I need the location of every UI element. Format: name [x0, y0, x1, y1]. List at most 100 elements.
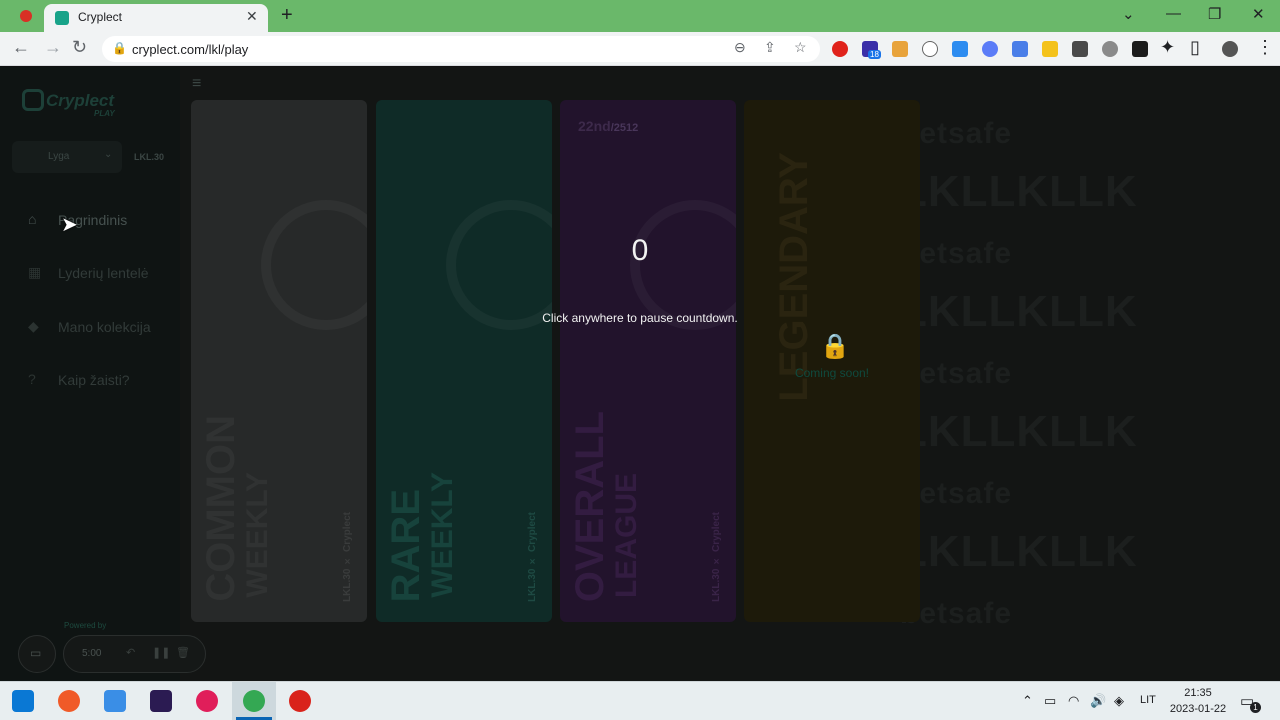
reload-button[interactable]: ↻	[72, 37, 87, 58]
camera-icon: ▭	[30, 646, 42, 660]
bookmark-star-icon[interactable]: ☆	[794, 39, 807, 56]
hamburger-menu-icon[interactable]: ≡	[192, 75, 201, 93]
card-brand: LKL.30 × Cryplect	[527, 512, 538, 602]
sidebar-item-leaderboard[interactable]: ▦ Lyderių lentelė	[28, 262, 178, 286]
extension-icon-8[interactable]	[1102, 41, 1118, 57]
logo-sub: PLAY	[94, 109, 115, 118]
card-brand: LKL.30 × Cryplect	[342, 512, 353, 602]
recorder-controls: 5:00 ↶ ❚❚ 🗑	[63, 635, 206, 673]
new-tab-button[interactable]: +	[281, 4, 293, 27]
language-indicator[interactable]: LIT	[1140, 694, 1156, 706]
clock-date[interactable]: 2023-01-22	[1166, 703, 1230, 715]
address-bar[interactable]: 🔒 cryplect.com/lkl/play ⊖ ⇪ ☆	[102, 36, 820, 62]
side-panel-icon[interactable]: ▯	[1190, 37, 1200, 58]
countdown-value[interactable]: 0	[540, 234, 740, 268]
sidebar-item-collection[interactable]: ◆ Mano kolekcija	[28, 316, 178, 340]
profile-avatar[interactable]	[1222, 41, 1238, 57]
browser-tab[interactable]: Cryplect ✕	[44, 4, 268, 32]
taskbar-app-1-icon[interactable]	[58, 690, 80, 712]
extension-icon-4[interactable]	[952, 41, 968, 57]
card-rare-weekly[interactable]: RARE WEEKLY LKL.30 × Cryplect	[376, 100, 552, 622]
league-tag: LKL.30	[134, 152, 165, 162]
extension-icon-7[interactable]	[1072, 41, 1088, 57]
league-select[interactable]: Lyga ⌄	[12, 141, 122, 173]
extension-icon-5[interactable]	[982, 41, 998, 57]
card-title: LEGENDARY	[772, 152, 816, 402]
sidebar-item-how-to-play[interactable]: ? Kaip žaisti?	[28, 369, 178, 393]
browser-menu-icon[interactable]: ⋮	[1256, 37, 1274, 58]
card-overall-league[interactable]: 22nd/2512 OVERALL LEAGUE LKL.30 × Cryple…	[560, 100, 736, 622]
rank-total: /2512	[610, 122, 639, 134]
card-common-weekly[interactable]: COMMON WEEKLY LKL.30 × Cryplect	[191, 100, 367, 622]
chevron-down-icon: ⌄	[104, 149, 113, 160]
taskbar-app-2-icon[interactable]	[104, 690, 126, 712]
url-text[interactable]: cryplect.com/lkl/play	[132, 42, 248, 57]
rank-display: 22nd/2512	[578, 118, 638, 134]
windows-start-icon[interactable]	[12, 690, 34, 712]
card-title: RARE	[384, 488, 428, 602]
camera-button[interactable]: ▭	[18, 635, 56, 673]
coming-soon-label: Coming soon!	[794, 366, 870, 380]
extensions-puzzle-icon[interactable]: ✦	[1160, 37, 1175, 58]
logo-text: Cryplect	[46, 91, 115, 110]
card-subtitle: WEEKLY	[426, 472, 459, 598]
restore-button[interactable]: ❐	[1208, 5, 1221, 23]
clock-time[interactable]: 21:35	[1170, 687, 1226, 699]
card-subtitle: WEEKLY	[241, 472, 274, 598]
extension-badge: 18	[868, 50, 881, 59]
volume-icon[interactable]: 🔊	[1090, 693, 1106, 709]
rank-value: 22nd	[578, 118, 611, 134]
lock-icon: 🔒	[820, 333, 850, 360]
notification-count: 1	[1250, 702, 1261, 713]
close-window-button[interactable]: ✕	[1252, 5, 1265, 23]
extension-icon-9[interactable]	[1132, 41, 1148, 57]
tab-title: Cryplect	[78, 10, 123, 24]
calendar-icon: ▦	[28, 264, 42, 280]
back-button[interactable]: ←	[12, 37, 30, 58]
sponsor-watermark: betsafe LKLLKLLK betsafe LKLLKLLK betsaf…	[900, 117, 1138, 630]
tray-chevron-icon[interactable]: ⌃	[1022, 693, 1033, 709]
dropbox-icon[interactable]: ◈	[1114, 693, 1124, 709]
card-title: OVERALL	[568, 410, 612, 602]
card-brand: LKL.30 × Cryplect	[711, 512, 722, 602]
close-tab-icon[interactable]: ✕	[246, 8, 258, 25]
zoom-icon[interactable]: ⊖	[734, 39, 746, 56]
slack-icon[interactable]	[196, 690, 218, 712]
sidebar-item-home[interactable]: ⌂ Pagrindinis	[28, 209, 178, 233]
taskbar-app-3-icon[interactable]	[150, 690, 172, 712]
undo-icon[interactable]: ↶	[126, 646, 135, 659]
home-icon: ⌂	[28, 211, 37, 227]
extension-icon-6[interactable]	[1042, 41, 1058, 57]
extension-icon-2[interactable]	[892, 41, 908, 57]
translate-extension-icon[interactable]	[1012, 41, 1028, 57]
windows-taskbar: ⌃ ▭ ◠ 🔊 ◈ LIT 21:35 2023-01-22 ▭ 1	[0, 681, 1280, 720]
recording-indicator-icon	[20, 10, 32, 22]
extension-icon-3[interactable]	[922, 41, 938, 57]
opera-icon[interactable]	[289, 690, 311, 712]
card-legendary-locked: LEGENDARY 🔒 Coming soon!	[744, 100, 920, 622]
share-icon[interactable]: ⇪	[764, 39, 776, 56]
lock-icon[interactable]: 🔒	[112, 41, 127, 55]
battery-icon[interactable]: ▭	[1044, 693, 1056, 709]
card-subtitle: LEAGUE	[610, 472, 643, 598]
card-title: COMMON	[199, 415, 243, 602]
page-content[interactable]: betsafe LKLLKLLK betsafe LKLLKLLK betsaf…	[0, 67, 1280, 681]
league-select-value: Lyga	[48, 151, 70, 162]
opera-extension-icon[interactable]	[832, 41, 848, 57]
collection-icon: ◆	[28, 318, 39, 334]
trash-icon[interactable]: 🗑	[176, 646, 190, 659]
browser-tab-strip: Cryplect ✕ + ⌄ — ❐ ✕	[0, 0, 1280, 32]
forward-button[interactable]: →	[44, 37, 62, 58]
minimize-button[interactable]: —	[1166, 5, 1181, 22]
powered-by-label: Powered by	[64, 621, 107, 630]
tab-search-chevron-icon[interactable]: ⌄	[1122, 5, 1135, 23]
recorder-timer: 5:00	[82, 648, 102, 659]
cryplect-logo-icon	[22, 89, 44, 111]
coin-emblem-icon	[261, 200, 367, 330]
wifi-icon[interactable]: ◠	[1068, 693, 1079, 709]
pause-icon[interactable]: ❚❚	[152, 646, 170, 659]
cryplect-favicon-icon	[55, 11, 69, 25]
chrome-icon[interactable]	[243, 690, 265, 712]
sidebar: Cryplect PLAY Lyga ⌄ LKL.30 ⌂ Pagrindini…	[0, 67, 206, 681]
help-icon: ?	[28, 371, 36, 387]
